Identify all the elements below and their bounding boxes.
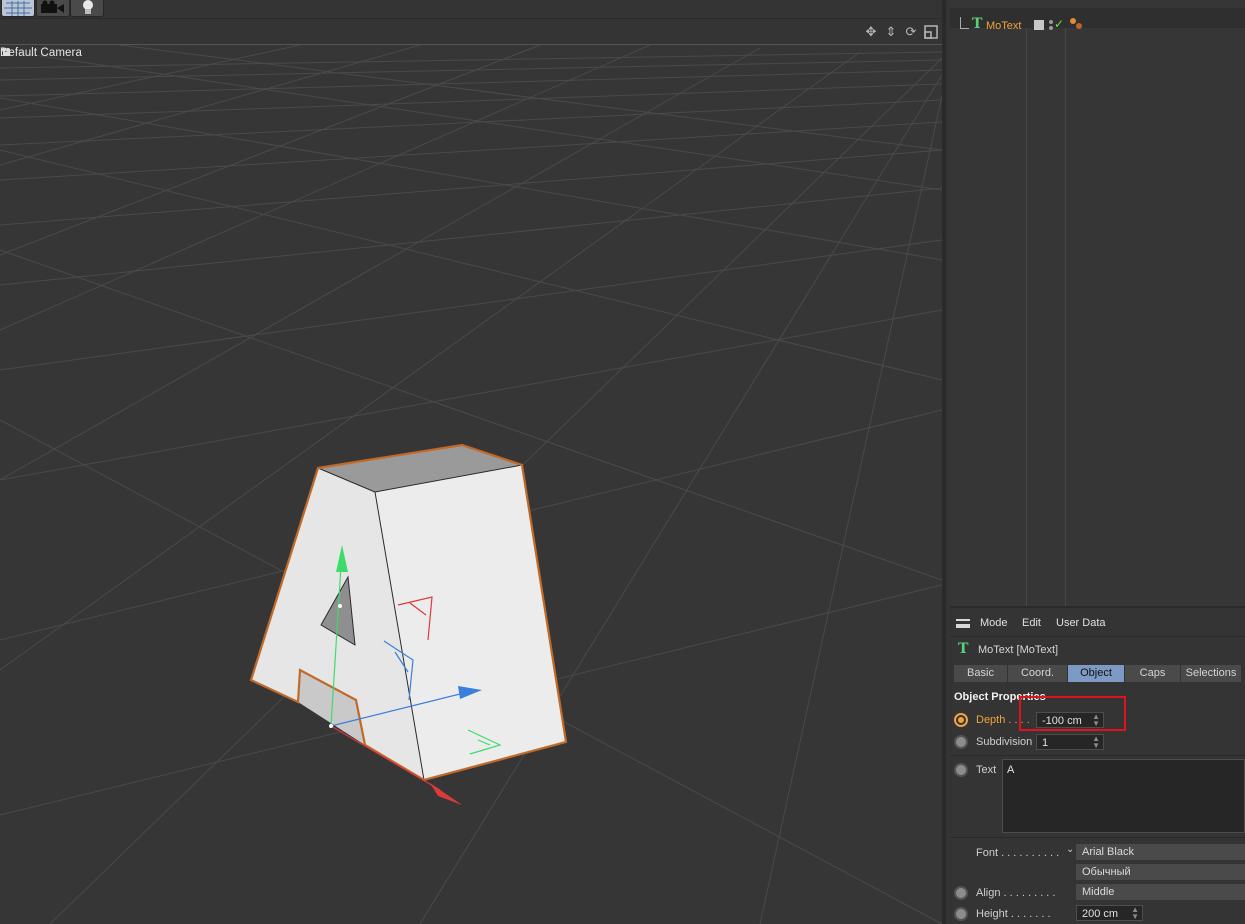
height-label: Height . . . . . . . bbox=[976, 908, 1051, 920]
top-toolbar bbox=[0, 0, 942, 19]
rotate-icon[interactable]: ⟳ bbox=[904, 25, 918, 39]
subdivision-label: Subdivision bbox=[976, 736, 1033, 748]
camera-icon bbox=[41, 0, 64, 13]
maximize-icon[interactable] bbox=[924, 25, 938, 39]
attribute-tabs: Basic Coord. Object Caps Selections bbox=[954, 665, 1245, 683]
text-input[interactable]: A bbox=[1002, 759, 1245, 833]
object-row-motext[interactable]: T MoText ✓ bbox=[950, 8, 1245, 32]
hamburger-menu-icon[interactable] bbox=[956, 619, 970, 628]
attribute-manager: Mode Edit User Data T MoText [MoText] Ba… bbox=[950, 608, 1245, 924]
subdivision-animate-radio[interactable] bbox=[954, 735, 968, 749]
stepper-arrows-icon[interactable]: ▲ ▼ bbox=[1131, 906, 1139, 921]
menu-user-data[interactable]: User Data bbox=[1056, 617, 1106, 629]
zoom-icon[interactable]: ⇕ bbox=[884, 25, 898, 39]
letter-a-object bbox=[249, 443, 568, 782]
stepper-arrows-icon[interactable]: ▲ ▼ bbox=[1092, 735, 1100, 750]
height-animate-radio[interactable] bbox=[954, 907, 968, 921]
column-divider bbox=[1026, 28, 1027, 606]
height-value: 200 cm bbox=[1082, 908, 1119, 920]
motext-icon: T bbox=[958, 641, 969, 657]
divider bbox=[950, 837, 1245, 838]
motext-icon: T bbox=[972, 16, 983, 32]
camera-button[interactable] bbox=[36, 0, 70, 17]
grid-view-button[interactable] bbox=[1, 0, 35, 17]
divider bbox=[950, 755, 1245, 756]
align-animate-radio[interactable] bbox=[954, 886, 968, 900]
3d-viewport[interactable]: Default Camera bbox=[0, 45, 942, 924]
tree-connector-icon bbox=[960, 17, 969, 29]
font-family-dropdown[interactable]: Arial Black bbox=[1076, 844, 1245, 860]
align-dropdown[interactable]: Middle bbox=[1076, 884, 1245, 900]
column-divider bbox=[1065, 28, 1066, 606]
menu-mode[interactable]: Mode bbox=[980, 617, 1008, 629]
tab-object[interactable]: Object bbox=[1068, 665, 1125, 682]
text-animate-radio[interactable] bbox=[954, 763, 968, 777]
depth-animate-radio[interactable] bbox=[954, 713, 968, 727]
camera-label[interactable]: Default Camera bbox=[0, 47, 82, 59]
object-manager: T MoText ✓ bbox=[950, 0, 1245, 608]
editor-visibility-icon[interactable] bbox=[1034, 20, 1044, 30]
grid-icon bbox=[4, 1, 32, 16]
light-button[interactable] bbox=[70, 0, 104, 17]
material-tag-icon[interactable] bbox=[1068, 17, 1084, 31]
subdivision-field[interactable]: 1 ▲ ▼ bbox=[1036, 734, 1104, 750]
tab-caps[interactable]: Caps bbox=[1125, 665, 1181, 682]
menu-edit[interactable]: Edit bbox=[1022, 617, 1041, 629]
height-field[interactable]: 200 cm ▲ ▼ bbox=[1076, 905, 1143, 921]
camera-label-text: Default Camera bbox=[0, 47, 82, 59]
viewport-header: ✥ ⇕ ⟳ bbox=[0, 19, 942, 45]
attribute-menu-bar: Mode Edit User Data bbox=[950, 608, 1245, 637]
object-title: MoText [MoText] bbox=[978, 644, 1059, 656]
tab-basic[interactable]: Basic bbox=[954, 665, 1008, 682]
tab-coord[interactable]: Coord. bbox=[1008, 665, 1068, 682]
highlight-annotation-box bbox=[1019, 696, 1126, 731]
move-icon[interactable]: ✥ bbox=[864, 25, 878, 39]
font-label: Font . . . . . . . . . . bbox=[976, 847, 1060, 859]
viewport-scene bbox=[0, 45, 942, 924]
camera-target-icon bbox=[2, 48, 10, 56]
enabled-check-icon[interactable]: ✓ bbox=[1054, 17, 1064, 31]
subdivision-value: 1 bbox=[1042, 737, 1049, 749]
font-expand-chevron-icon[interactable]: ⌄ bbox=[1066, 844, 1074, 855]
object-name[interactable]: MoText bbox=[986, 20, 1021, 32]
right-panels: T MoText ✓ Mode Edit User Data T MoText … bbox=[942, 0, 1245, 924]
lightbulb-icon bbox=[83, 0, 93, 14]
text-label: Text bbox=[976, 764, 997, 776]
align-label: Align . . . . . . . . . bbox=[976, 887, 1056, 899]
font-style-dropdown[interactable]: Обычный bbox=[1076, 864, 1245, 880]
tab-selections[interactable]: Selections bbox=[1181, 665, 1242, 682]
